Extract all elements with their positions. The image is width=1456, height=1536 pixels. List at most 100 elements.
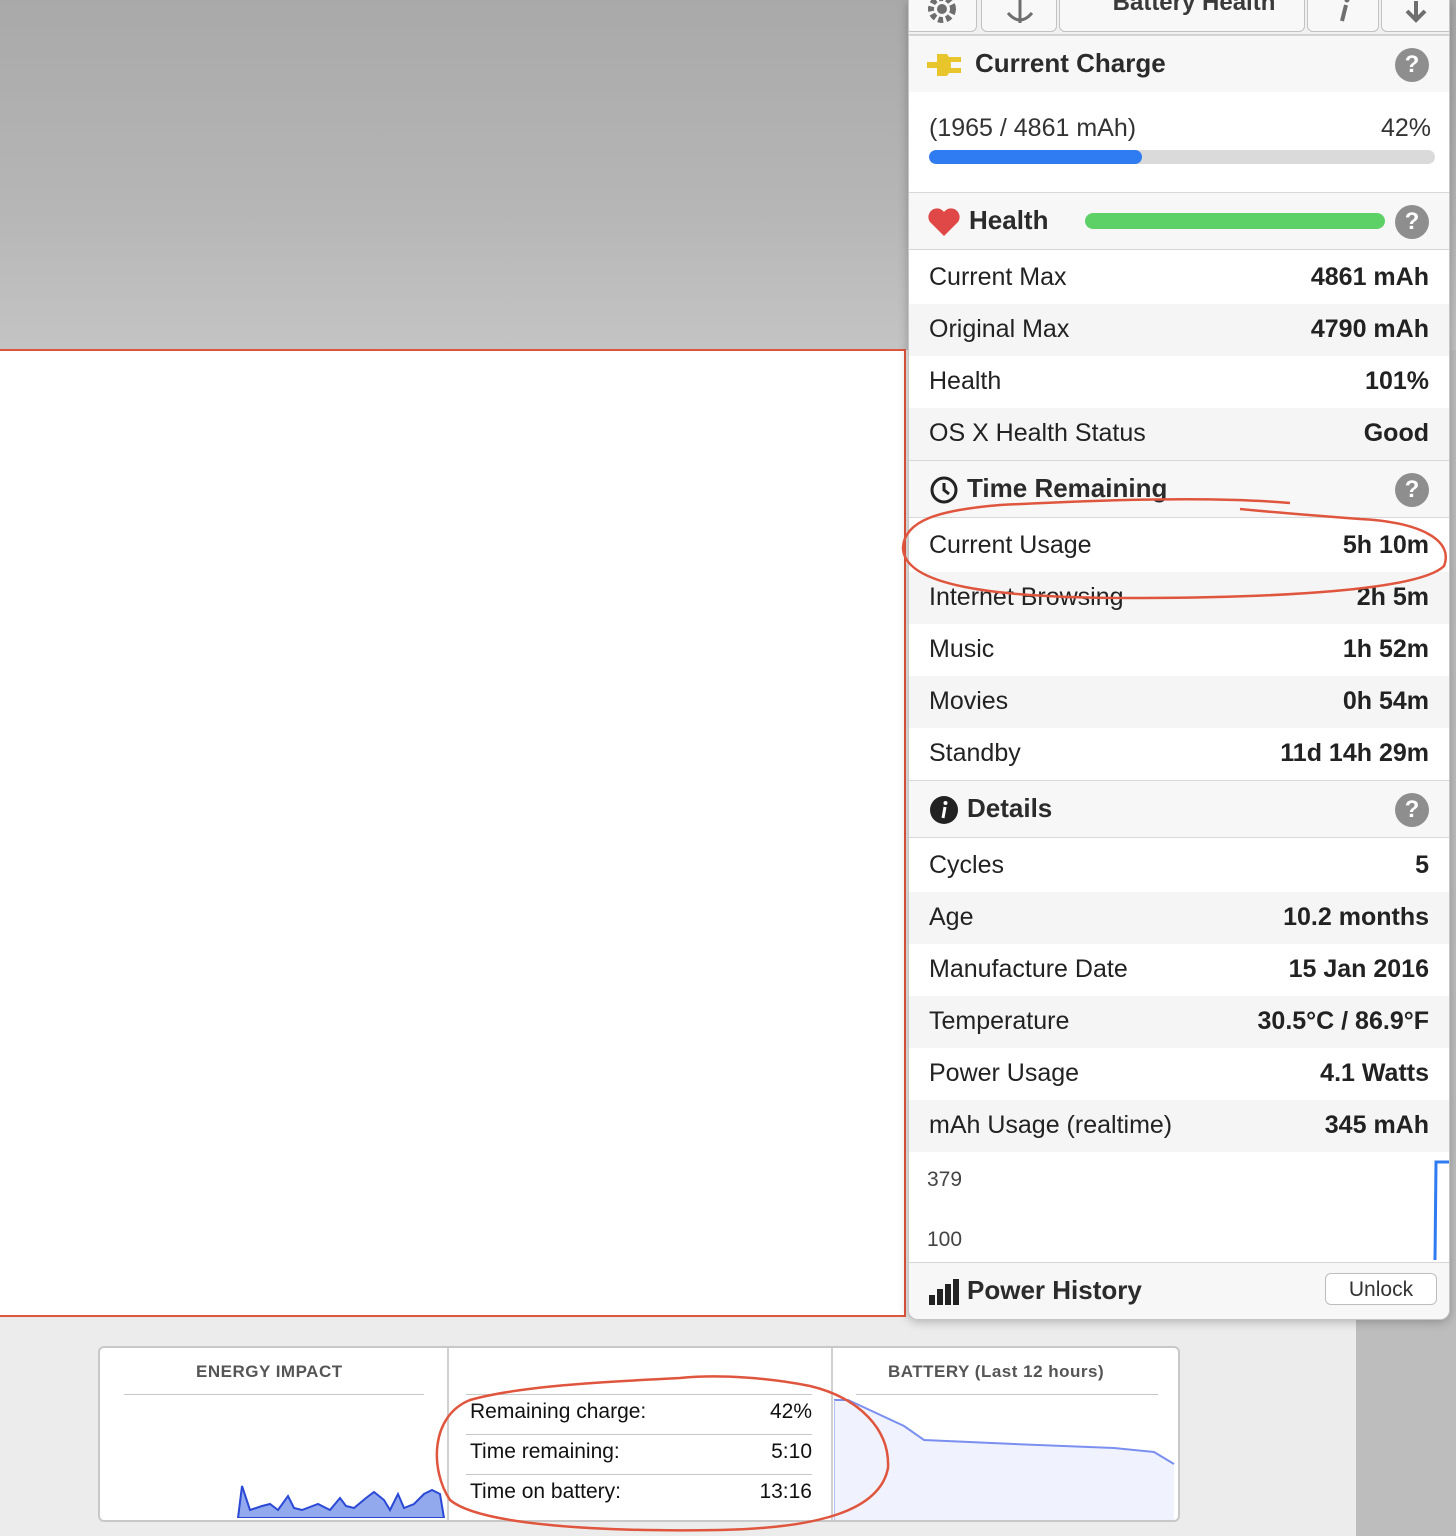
stat-label: Time on battery: [470,1480,621,1503]
stat-value: 13:16 [759,1480,812,1503]
info-button[interactable] [1307,0,1379,32]
settings-button[interactable] [909,0,977,32]
health-row: Current Max 4861 mAh [909,252,1449,304]
health-title: Health [969,205,1049,235]
current-charge-title: Current Charge [975,48,1166,78]
battery-history-graph [834,1399,1175,1520]
details-row: Age 10.2 months [909,892,1449,944]
divider [124,1394,424,1395]
health-row: Original Max 4790 mAh [909,304,1449,356]
unlock-button[interactable]: Unlock [1325,1273,1437,1305]
details-help-button[interactable]: ? [1395,793,1429,827]
health-row: OS X Health Status Good [909,408,1449,460]
download-button[interactable] [1381,0,1449,32]
row-value: 30.5°C / 86.9°F [1257,1007,1429,1035]
row-label: Internet Browsing [929,583,1124,611]
gear-icon [928,0,956,23]
health-progress-fill [1085,213,1385,229]
details-row: mAh Usage (realtime) 345 mAh [909,1100,1449,1152]
stat-value: 42% [769,1400,812,1423]
current-charge-header: Current Charge ? [909,35,1449,93]
bar-chart-icon [929,1279,959,1305]
row-label: Music [929,635,995,663]
row-label: Original Max [929,315,1070,343]
row-value: 345 mAh [1324,1111,1429,1139]
row-value: 4861 mAh [1310,263,1429,291]
time-row: Current Usage 5h 10m [909,520,1449,572]
row-value: Good [1363,419,1429,447]
row-value: 10.2 months [1283,903,1429,931]
divider [447,1348,449,1520]
stat-value: 5:10 [771,1440,812,1463]
stat-row: Remaining charge: 42% [470,1394,812,1434]
blank-window [0,349,906,1317]
health-row: Health 101% [909,356,1449,408]
row-label: Power Usage [929,1059,1080,1087]
time-row: Music 1h 52m [909,624,1449,676]
row-value: 2h 5m [1356,583,1429,611]
row-label: Movies [929,687,1009,715]
info-icon [1340,0,1350,22]
energy-impact-graph [236,1485,446,1518]
activity-monitor-energy-panel: ENERGY IMPACT Remaining charge: 42% Time… [98,1346,1180,1522]
stat-label: Time remaining: [470,1440,620,1463]
stat-row: Time remaining: 5:10 [470,1434,812,1474]
toolbar: Battery Health [909,0,1449,35]
plug-icon [927,54,961,76]
row-label: Current Usage [929,531,1092,559]
time-remaining-help-button[interactable]: ? [1395,473,1429,507]
row-label: Health [929,367,1002,395]
anchor-icon [1006,0,1034,23]
row-value: 15 Jan 2016 [1288,955,1429,983]
time-remaining-header: Time Remaining ? [909,460,1449,518]
row-value: 0h 54m [1342,687,1429,715]
download-icon [1405,1,1427,23]
info-circle-icon [930,796,958,824]
row-value: 4790 mAh [1310,315,1429,343]
anchor-button[interactable] [981,0,1057,32]
details-title: Details [967,793,1053,823]
battery-health-panel: Battery Health Current Charge ? (1965 / … [908,0,1450,1320]
row-value: 11d 14h 29m [1280,739,1429,767]
details-row: Cycles 5 [909,840,1449,892]
row-value: 4.1 Watts [1320,1059,1429,1087]
row-label: Current Max [929,263,1067,291]
details-header: Details ? [909,780,1449,838]
divider [831,1348,833,1520]
toolbar-title: Battery Health [1112,0,1276,16]
row-label: OS X Health Status [929,419,1146,447]
row-value: 5h 10m [1342,531,1429,559]
details-row: Power Usage 4.1 Watts [909,1048,1449,1100]
charge-progress-bar [929,150,1435,164]
row-value: 101% [1365,367,1429,395]
details-row: Temperature 30.5°C / 86.9°F [909,996,1449,1048]
time-row: Internet Browsing 2h 5m [909,572,1449,624]
stat-row: Time on battery: 13:16 [470,1474,812,1514]
time-row: Movies 0h 54m [909,676,1449,728]
row-label: Temperature [929,1007,1070,1035]
row-label: Standby [929,739,1021,767]
energy-impact-title: ENERGY IMPACT [196,1362,343,1381]
clock-icon [930,476,958,504]
details-row: Manufacture Date 15 Jan 2016 [909,944,1449,996]
time-row: Standby 11d 14h 29m [909,728,1449,780]
heart-icon [928,208,960,236]
health-header: Health ? [909,192,1449,250]
row-label: Age [929,903,974,931]
stat-label: Remaining charge: [470,1400,647,1423]
graph-line [1433,1160,1449,1261]
charge-mah: (1965 / 4861 mAh) [929,114,1137,142]
time-remaining-title: Time Remaining [967,473,1168,503]
divider [856,1394,1158,1395]
row-label: mAh Usage (realtime) [929,1111,1173,1139]
battery-history-title: BATTERY (Last 12 hours) [888,1362,1105,1381]
row-value: 5 [1415,851,1429,879]
health-progress-bar [1085,213,1385,229]
health-help-button[interactable]: ? [1395,205,1429,239]
current-charge-help-button[interactable]: ? [1395,48,1429,82]
row-label: Cycles [929,851,1005,879]
power-history-row: Power History Unlock [909,1262,1449,1319]
charge-percent: 42% [1380,114,1431,142]
power-history-title: Power History [967,1275,1142,1305]
row-label: Manufacture Date [929,955,1128,983]
